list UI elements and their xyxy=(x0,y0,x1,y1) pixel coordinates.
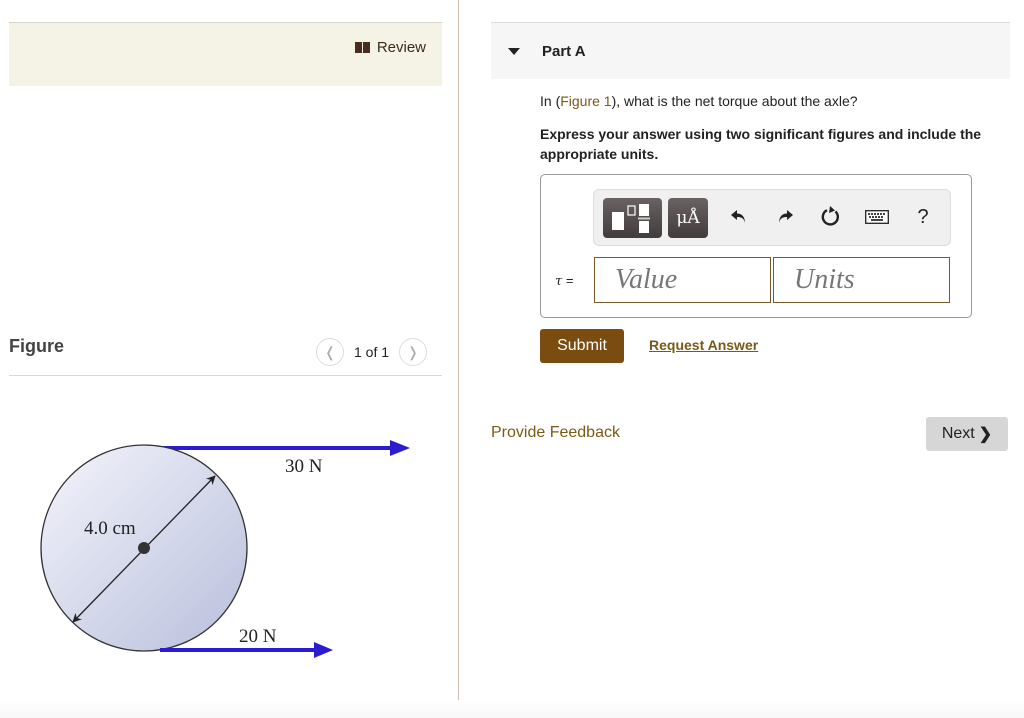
next-figure-button[interactable]: ❭ xyxy=(399,338,428,366)
top-force-arrowhead xyxy=(390,440,410,456)
chevron-right-icon: ❯ xyxy=(978,426,993,443)
figure-diagram: 30 N 4.0 cm 20 N xyxy=(40,440,410,658)
figure-title: Figure xyxy=(9,336,65,356)
provide-feedback-link[interactable]: Provide Feedback xyxy=(491,424,620,442)
figure-pane: Review Figure ❬ 1 of 1 ❭ 30 N 4.0 cm 20 … xyxy=(0,0,458,718)
part-title: Part A xyxy=(542,42,586,60)
diameter-label: 4.0 cm xyxy=(84,518,136,539)
undo-icon xyxy=(731,210,745,223)
units-button[interactable]: μÅ xyxy=(668,198,708,238)
bottom-force-arrowhead xyxy=(314,642,333,658)
review-bar: Review xyxy=(9,22,442,86)
templates-button[interactable] xyxy=(603,198,662,238)
variable-label: τ = xyxy=(555,273,573,289)
figure-pager: ❬ 1 of 1 ❭ xyxy=(316,338,428,366)
review-label: Review xyxy=(376,39,426,56)
chevron-left-icon: ❬ xyxy=(324,343,336,360)
question-prefix: In ( xyxy=(540,93,561,109)
answer-box: μÅ ? τ = xyxy=(540,174,972,318)
tau-symbol: τ xyxy=(555,274,563,289)
chevron-right-icon: ❭ xyxy=(407,343,419,360)
units-input[interactable] xyxy=(773,257,950,303)
bottom-force-label: 20 N xyxy=(239,626,277,647)
top-force-label: 30 N xyxy=(285,456,323,477)
book-icon xyxy=(354,42,370,53)
pane-divider xyxy=(458,0,459,718)
question-suffix: ), what is the net torque about the axle… xyxy=(611,93,858,109)
request-answer-link[interactable]: Request Answer xyxy=(649,337,758,353)
redo-button[interactable] xyxy=(770,200,800,234)
next-label: Next xyxy=(941,425,975,442)
figure-1-link[interactable]: Figure 1 xyxy=(560,93,611,109)
part-a-header[interactable]: Part A xyxy=(491,23,1010,79)
equals-sign: = xyxy=(565,273,574,288)
next-button[interactable]: Next ❯ xyxy=(926,417,1008,451)
bottom-fade xyxy=(0,700,1024,718)
answer-instruction: Express your answer using two significan… xyxy=(540,126,982,162)
prev-figure-button[interactable]: ❬ xyxy=(316,338,344,366)
keyboard-icon xyxy=(865,210,889,224)
redo-icon xyxy=(779,210,793,223)
figure-divider xyxy=(9,375,442,376)
reset-icon xyxy=(821,206,839,226)
axle xyxy=(138,542,150,554)
keyboard-button[interactable] xyxy=(862,200,892,234)
value-input[interactable] xyxy=(594,257,771,303)
submit-button[interactable]: Submit xyxy=(540,329,624,363)
reset-button[interactable] xyxy=(816,200,846,234)
templates-icon xyxy=(612,204,650,233)
undo-button[interactable] xyxy=(724,200,754,234)
pager-text: 1 of 1 xyxy=(354,344,390,360)
math-toolbar: μÅ ? xyxy=(593,189,951,246)
help-button[interactable]: ? xyxy=(908,200,938,234)
review-link[interactable]: Review xyxy=(354,39,426,56)
caret-down-icon xyxy=(508,47,520,55)
question-text: In (Figure 1), what is the net torque ab… xyxy=(540,93,858,109)
